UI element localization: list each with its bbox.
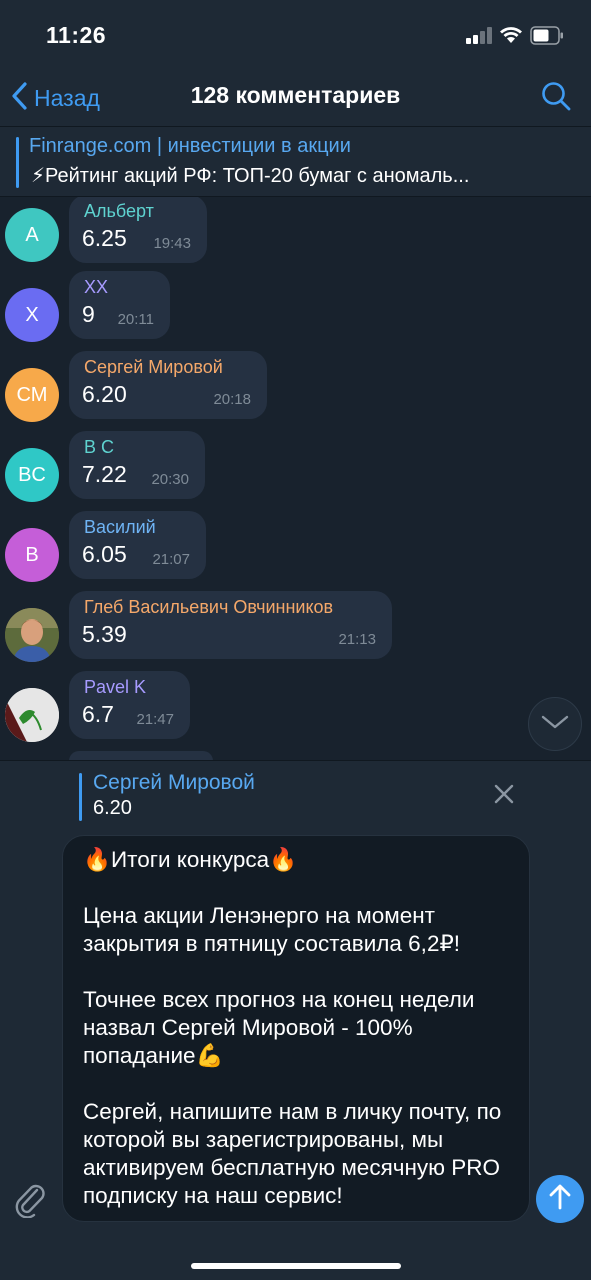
comment-item[interactable]: А Альберт 6.25 19:43 bbox=[0, 197, 591, 267]
comment-item[interactable]: Глеб Васильевич Овчинников 5.39 21:13 bbox=[0, 587, 591, 667]
status-bar: 11:26 bbox=[0, 0, 591, 70]
reply-text: 6.20 bbox=[93, 797, 132, 819]
avatar[interactable]: X bbox=[5, 288, 59, 342]
comment-item[interactable]: X XX 9 20:11 bbox=[0, 267, 591, 347]
reply-accent-bar bbox=[79, 773, 82, 821]
avatar-photo[interactable] bbox=[5, 608, 59, 662]
status-time: 11:26 bbox=[46, 22, 107, 48]
comment-author[interactable]: Альберт bbox=[84, 201, 154, 222]
search-button[interactable] bbox=[536, 78, 576, 118]
scroll-to-bottom-button[interactable] bbox=[528, 697, 582, 751]
avatar-photo[interactable] bbox=[5, 688, 59, 742]
comment-item[interactable]: Pavel K 6.7 21:47 bbox=[0, 667, 591, 747]
comments-list[interactable]: А Альберт 6.25 19:43 X XX 9 20:11 СМ Сер… bbox=[0, 197, 591, 760]
cancel-reply-button[interactable] bbox=[489, 781, 519, 811]
comment-time: 20:11 bbox=[117, 311, 154, 328]
signal-icon bbox=[466, 27, 494, 44]
message-bubble[interactable]: Глеб Васильевич Овчинников 5.39 21:13 bbox=[69, 591, 392, 659]
comment-item[interactable]: BC B C 7.22 20:30 bbox=[0, 427, 591, 507]
close-icon bbox=[494, 784, 514, 809]
comment-author[interactable]: Василий bbox=[84, 517, 156, 538]
comment-text: 5.39 bbox=[82, 621, 127, 647]
comment-author[interactable]: Pavel K bbox=[84, 677, 146, 698]
send-button[interactable] bbox=[536, 1175, 584, 1223]
paperclip-icon bbox=[13, 1180, 47, 1223]
comment-author[interactable]: Сергей Мировой bbox=[84, 357, 223, 378]
nav-bar: Назад 128 комментариев bbox=[0, 70, 591, 126]
pinned-channel-name: Finrange.com | инвестиции в акции bbox=[29, 135, 351, 157]
reply-author: Сергей Мировой bbox=[93, 771, 255, 794]
page-title: 128 комментариев bbox=[190, 82, 401, 108]
message-bubble[interactable]: XX 9 20:11 bbox=[69, 271, 170, 339]
message-bubble[interactable]: Альберт 6.25 19:43 bbox=[69, 197, 207, 263]
comment-author[interactable]: Глеб Васильевич Овчинников bbox=[84, 597, 333, 618]
comment-text: 6.7 bbox=[82, 701, 114, 727]
pinned-post-text: ⚡Рейтинг акций РФ: ТОП-20 бумаг с аномал… bbox=[31, 165, 470, 187]
message-bubble[interactable]: B C 7.22 20:30 bbox=[69, 431, 205, 499]
comment-author[interactable]: XX bbox=[84, 277, 108, 298]
message-input-line: Точнее всех прогноз на конец недели назв… bbox=[83, 987, 475, 1068]
comment-author[interactable]: B C bbox=[84, 437, 114, 458]
message-bubble[interactable]: Pavel K 6.7 21:47 bbox=[69, 671, 190, 739]
comment-text: 7.22 bbox=[82, 461, 127, 487]
comment-time: 21:07 bbox=[152, 551, 190, 568]
comment-text: 6.25 bbox=[82, 225, 127, 251]
comment-text: 6.05 bbox=[82, 541, 127, 567]
pinned-accent-bar bbox=[16, 137, 19, 188]
arrow-up-icon bbox=[548, 1184, 572, 1215]
comment-time: 20:18 bbox=[213, 391, 251, 408]
message-input-line: Цена акции Ленэнерго на момент закрытия … bbox=[83, 903, 461, 956]
message-bubble[interactable]: Василий 6.05 21:07 bbox=[69, 511, 206, 579]
comment-item[interactable]: В Василий 6.05 21:07 bbox=[0, 507, 591, 587]
avatar[interactable]: СМ bbox=[5, 368, 59, 422]
message-bubble-partial bbox=[69, 751, 213, 760]
message-input-line: Сергей, напишите нам в личку почту, по к… bbox=[83, 1099, 502, 1208]
comment-text: 6.20 bbox=[82, 381, 127, 407]
comment-time: 21:13 bbox=[338, 631, 376, 648]
message-input-line: 🔥Итоги конкурса🔥 bbox=[83, 847, 298, 872]
home-indicator bbox=[191, 1263, 401, 1269]
message-input[interactable]: 🔥Итоги конкурса🔥 Цена акции Ленэнерго на… bbox=[62, 835, 530, 1222]
avatar[interactable]: В bbox=[5, 528, 59, 582]
comment-time: 20:30 bbox=[151, 471, 189, 488]
search-icon bbox=[541, 81, 571, 116]
comment-item[interactable]: СМ Сергей Мировой 6.20 20:18 bbox=[0, 347, 591, 427]
comment-time: 19:43 bbox=[153, 235, 191, 252]
battery-icon bbox=[530, 26, 564, 45]
message-bubble[interactable]: Сергей Мировой 6.20 20:18 bbox=[69, 351, 267, 419]
comment-text: 9 bbox=[82, 301, 95, 327]
chevron-down-icon bbox=[541, 714, 569, 735]
avatar[interactable]: BC bbox=[5, 448, 59, 502]
attach-button[interactable] bbox=[10, 1179, 50, 1223]
pinned-post[interactable]: Finrange.com | инвестиции в акции ⚡Рейти… bbox=[0, 126, 591, 197]
avatar[interactable]: А bbox=[5, 208, 59, 262]
comment-time: 21:47 bbox=[136, 711, 174, 728]
composer-panel: Сергей Мировой 6.20 🔥Итоги конкурса🔥 Цен… bbox=[0, 760, 591, 1280]
wifi-icon bbox=[498, 24, 524, 44]
